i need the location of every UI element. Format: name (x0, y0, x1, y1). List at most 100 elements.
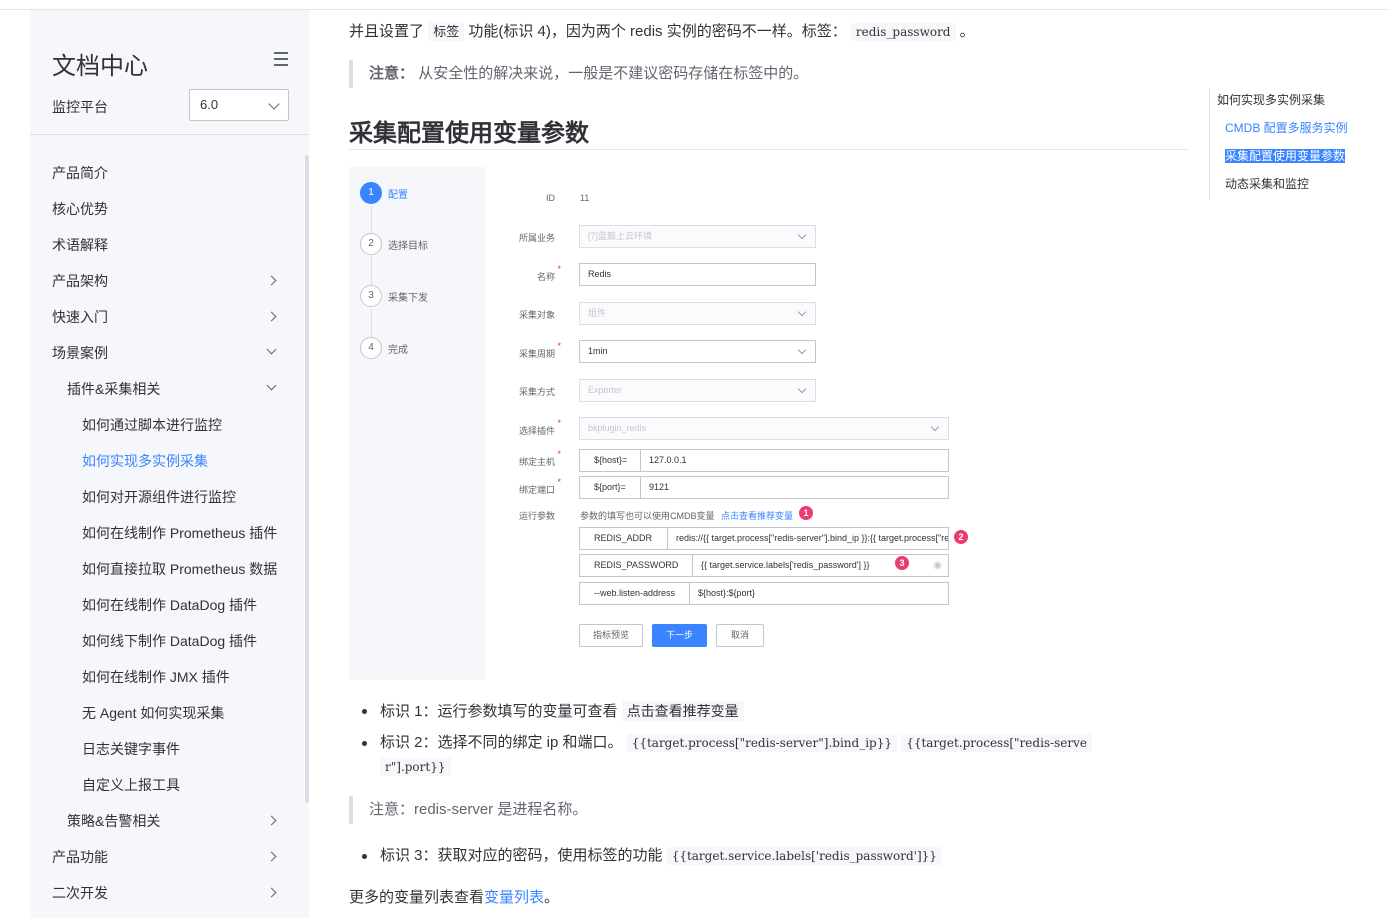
name-input[interactable]: Redis (579, 263, 816, 286)
sidebar-item-label: 如何直接拉取 Prometheus 数据 (82, 561, 278, 577)
sidebar-item[interactable]: 二次开发 (30, 875, 305, 911)
chevron-right-icon[interactable] (266, 815, 277, 826)
section-heading: 采集配置使用变量参数 (349, 120, 589, 147)
host-input[interactable]: 127.0.0.1 (640, 449, 949, 472)
toc: 如何实现多实例采集 CMDB 配置多服务实例 采集配置使用变量参数 动态采集和监… (1209, 88, 1389, 200)
bullet1-code: 点击查看推荐变量 (621, 701, 744, 721)
intro-paragraph: 并且设置了 标签 功能(标识 4)，因为两个 redis 实例的密码不一样。标签… (349, 20, 975, 44)
sidebar-item[interactable]: 插件&采集相关 (30, 371, 305, 407)
intro-tag-code: 标签 (428, 22, 465, 41)
biz-select[interactable]: [7]蓝鲸上云环境 (579, 225, 816, 248)
step-1: 1 配置 (360, 182, 408, 204)
sidebar-item[interactable]: 快速入门 (30, 299, 305, 335)
chevron-right-icon[interactable] (266, 887, 277, 898)
toc-item[interactable]: 动态采集和监控 (1210, 172, 1389, 200)
plugin-select[interactable]: bkplugin_redis (579, 417, 949, 440)
port-input[interactable]: 9121 (640, 476, 949, 499)
sidebar-item-label: 如何通过脚本进行监控 (82, 417, 222, 433)
sidebar-item[interactable]: 产品功能 (30, 839, 305, 875)
sidebar-item-label: 二次开发 (52, 885, 108, 901)
sidebar-item[interactable]: 如何对开源组件进行监控 (30, 479, 305, 515)
chevron-down-icon (268, 98, 280, 110)
eye-icon[interactable]: ◉ (933, 555, 942, 576)
chevron-down-icon[interactable] (266, 380, 277, 391)
chevron-right-icon[interactable] (266, 275, 277, 286)
listen-address-input[interactable]: ${host}:${port} (689, 582, 949, 605)
step-connector (371, 309, 372, 337)
sidebar-item[interactable]: 术语解释 (30, 227, 305, 263)
redis-addr-key: REDIS_ADDR (579, 527, 668, 550)
sidebar-item-label: 核心优势 (52, 201, 108, 217)
sidebar-item[interactable]: 如何实现多实例采集 (30, 443, 305, 479)
intro-text-a: 并且设置了 (349, 23, 425, 40)
note-quote-2: 注意：redis-server 是进程名称。 (349, 796, 749, 824)
sidebar-item-label: 插件&采集相关 (67, 381, 161, 397)
sidebar-item[interactable]: 日志关键字事件 (30, 731, 305, 767)
sidebar-item[interactable]: 如何线下制作 DataDog 插件 (30, 623, 305, 659)
redis-password-key: REDIS_PASSWORD (579, 554, 693, 577)
sidebar-item[interactable]: 如何在线制作 Prometheus 插件 (30, 515, 305, 551)
step-connector (371, 257, 372, 285)
badge-2: 2 (954, 530, 968, 544)
method-select[interactable]: Exporter (579, 379, 816, 402)
sidebar-item-label: 如何实现多实例采集 (82, 453, 208, 469)
next-button[interactable]: 下一步 (652, 624, 707, 647)
sidebar-item[interactable]: 产品架构 (30, 263, 305, 299)
sidebar-item[interactable]: 如何在线制作 DataDog 插件 (30, 587, 305, 623)
period-select[interactable]: 1min (579, 340, 816, 363)
redis-password-input[interactable]: {{ target.service.labels['redis_password… (692, 554, 949, 577)
intro-end: 。 (959, 23, 975, 40)
heading-underline (349, 149, 1189, 150)
sidebar-scrollbar[interactable] (305, 155, 309, 803)
redis-addr-input[interactable]: redis://{{ target.process["redis-server"… (667, 527, 949, 550)
intro-text-b: 功能(标识 4)，因为两个 redis 实例的密码不一样。标签： (468, 23, 847, 40)
id-label: ID (546, 193, 555, 203)
toc-item-active[interactable]: 采集配置使用变量参数 (1210, 144, 1389, 172)
sidebar-item-label: 术语解释 (52, 237, 108, 253)
sidebar-item[interactable]: 核心优势 (30, 191, 305, 227)
object-label: 采集对象 (518, 310, 555, 320)
sidebar-item[interactable]: 无 Agent 如何实现采集 (30, 695, 305, 731)
port-label: 绑定端口 * (518, 477, 561, 495)
preview-button[interactable]: 指标预览 (579, 624, 643, 647)
toc-item[interactable]: CMDB 配置多服务实例 (1210, 116, 1389, 144)
object-select[interactable]: 组件 (579, 302, 816, 325)
chevron-right-icon[interactable] (266, 851, 277, 862)
sidebar-item-label: 如何在线制作 Prometheus 插件 (82, 525, 278, 541)
bullet2-code-1: {{target.process["redis-server"].bind_ip… (626, 734, 898, 752)
sidebar-item-label: 产品简介 (52, 165, 108, 181)
cancel-button[interactable]: 取消 (716, 624, 764, 647)
sidebar-title: 文档中心 (52, 53, 148, 80)
sidebar: 文档中心 监控平台 6.0 产品简介 核心优势 术语解释 产品架构 快速入门 场景案例 插件… (30, 10, 309, 918)
listen-address-key: --web.listen-address (579, 582, 690, 605)
sidebar-divider (30, 134, 309, 135)
badge-3: 3 (895, 556, 909, 570)
recommended-vars-link[interactable]: 点击查看推荐变量 (721, 511, 793, 521)
version-select[interactable]: 6.0 (189, 89, 289, 121)
sidebar-item-label: 如何在线制作 DataDog 插件 (82, 597, 258, 613)
id-value: 11 (580, 193, 590, 203)
sidebar-item-label: 策略&告警相关 (67, 813, 161, 829)
chevron-down-icon[interactable] (266, 344, 277, 355)
config-screenshot: 1 配置 2 选择目标 3 采集下发 4 完成 ID 11 所属业务 [7]蓝鲸上云环境… (349, 167, 968, 680)
chevron-right-icon[interactable] (266, 311, 277, 322)
sidebar-item[interactable]: 策略&告警相关 (30, 803, 305, 839)
toc-item[interactable]: 如何实现多实例采集 (1210, 88, 1389, 116)
sidebar-item[interactable]: 如何通过脚本进行监控 (30, 407, 305, 443)
sidebar-item[interactable]: 如何在线制作 JMX 插件 (30, 659, 305, 695)
sidebar-item[interactable]: 自定义上报工具 (30, 767, 305, 803)
sidebar-item-label: 自定义上报工具 (82, 777, 180, 793)
note-quote-1: 注意： 从安全性的解决来说，一般是不建议密码存储在标签中的。 (349, 60, 849, 88)
step-3: 3 采集下发 (360, 285, 428, 307)
sidebar-item[interactable]: 产品简介 (30, 155, 305, 191)
args-label: 运行参数 (518, 511, 555, 521)
sidebar-item[interactable]: 如何直接拉取 Prometheus 数据 (30, 551, 305, 587)
menu-icon[interactable] (274, 52, 288, 66)
variable-list-link[interactable]: 变量列表 (484, 889, 544, 906)
intro-code: redis_password (850, 23, 956, 41)
sidebar-item-label: 产品功能 (52, 849, 108, 865)
sidebar-item[interactable]: 场景案例 (30, 335, 305, 371)
more-paragraph: 更多的变量列表查看变量列表。 (349, 889, 560, 906)
method-label: 采集方式 (518, 387, 555, 397)
step-4: 4 完成 (360, 337, 408, 359)
